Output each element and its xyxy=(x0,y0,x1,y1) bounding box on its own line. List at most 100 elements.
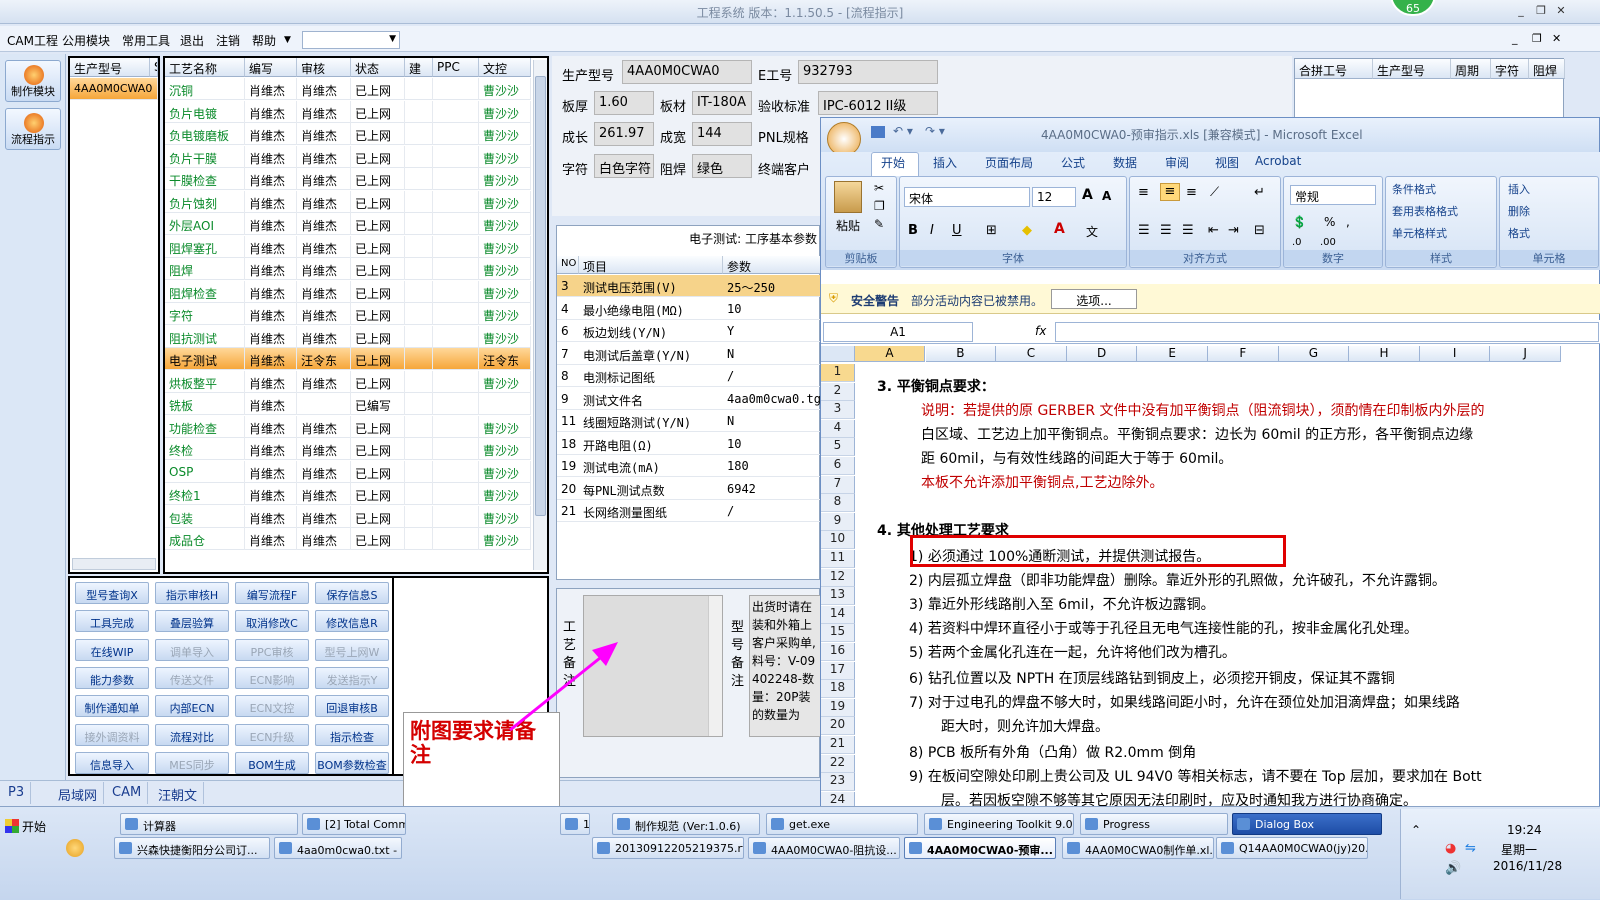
format-cells-button[interactable]: 格式 xyxy=(1508,225,1530,241)
table-row[interactable]: 11 线圈短路测试(Y/N) N xyxy=(557,410,821,432)
menu-cam[interactable]: CAM工程 xyxy=(7,32,58,49)
menu-logout[interactable]: 注销 xyxy=(216,32,240,49)
column-header[interactable]: H xyxy=(1349,346,1420,362)
increase-decimal-icon[interactable]: .0 xyxy=(1292,237,1302,248)
table-row[interactable]: 阻抗测试 肖维杰 肖维杰 已上网 曹沙沙 xyxy=(165,325,531,348)
table-row[interactable]: 功能检查 肖维杰 肖维杰 已上网 曹沙沙 xyxy=(165,415,531,438)
mdi-restore-icon[interactable]: ❐ xyxy=(1532,32,1542,45)
taskbar-button[interactable]: 4AA0M0CWA0制作单.xl... xyxy=(1062,837,1214,859)
font-color-icon[interactable]: A xyxy=(1054,221,1065,237)
table-row[interactable]: 9 测试文件名 4aa0m0cwa0.tgz xyxy=(557,388,821,410)
currency-icon[interactable]: 💲 xyxy=(1292,215,1307,229)
formula-input[interactable] xyxy=(1055,322,1599,342)
tray-network-icon[interactable]: ⇋ xyxy=(1465,841,1476,856)
build-header[interactable]: 建 xyxy=(405,58,433,77)
dropdown-arrow-icon[interactable]: ▼ xyxy=(284,35,291,45)
etest-header[interactable]: 项目 xyxy=(579,256,723,274)
row-header[interactable]: 2 xyxy=(821,382,855,401)
taskbar-button[interactable]: 20130912205219375.rtf... xyxy=(592,837,744,859)
table-row[interactable]: 18 开路电阻(Ω) 10 xyxy=(557,433,821,455)
clock-time[interactable]: 19:24 xyxy=(1507,823,1542,837)
action-button[interactable]: 指示检查 xyxy=(315,723,389,746)
etest-header[interactable]: NO xyxy=(557,256,579,274)
column-header[interactable]: C xyxy=(996,346,1067,362)
s-header[interactable]: S xyxy=(150,58,158,77)
writer-header[interactable]: 编写 xyxy=(245,58,297,77)
cut-icon[interactable]: ✂ xyxy=(874,181,884,195)
office-button-icon[interactable] xyxy=(827,122,861,156)
action-button[interactable]: 型号查询X xyxy=(75,582,149,604)
phonetic-icon[interactable]: 文 xyxy=(1086,223,1098,240)
table-row[interactable]: 负电镀磨板 肖维杰 肖维杰 已上网 曹沙沙 xyxy=(165,123,531,145)
row-header[interactable]: 1 xyxy=(821,364,855,382)
conditional-format-button[interactable]: 条件格式 xyxy=(1392,181,1436,197)
fx-icon[interactable]: fx xyxy=(1035,324,1046,338)
column-header[interactable]: E xyxy=(1137,346,1208,362)
insert-cells-button[interactable]: 插入 xyxy=(1508,181,1530,197)
reviewer-header[interactable]: 审核 xyxy=(297,58,351,77)
taskbar-button[interactable]: Dialog Box xyxy=(1232,813,1382,835)
ribbon-tab[interactable]: 数据 xyxy=(1113,154,1137,171)
format-painter-icon[interactable]: ✎ xyxy=(874,217,884,231)
action-button[interactable]: 能力参数 xyxy=(75,666,149,689)
row-header[interactable]: 7 xyxy=(821,475,855,494)
table-row[interactable]: 阻焊塞孔 肖维杰 肖维杰 已上网 曹沙沙 xyxy=(165,235,531,258)
model-note-text[interactable]: 出货时请在装和外箱上客户采购单,料号：V-09402248-数量：20P装的数量… xyxy=(749,595,821,737)
row-header[interactable]: 15 xyxy=(821,624,855,643)
align-right-icon[interactable]: ☰ xyxy=(1182,223,1194,238)
action-button[interactable]: 回退审核B xyxy=(315,695,389,718)
mat-field[interactable]: IT-180A xyxy=(692,91,752,115)
italic-icon[interactable]: I xyxy=(930,223,934,238)
row-header[interactable]: 19 xyxy=(821,698,855,717)
merge-header[interactable]: 生产型号 xyxy=(1373,59,1451,79)
action-button[interactable]: 接外调资料 xyxy=(75,723,149,746)
delete-cells-button[interactable]: 删除 xyxy=(1508,203,1530,219)
start-button[interactable]: 开始 xyxy=(2,813,50,839)
table-row[interactable]: 铣板 肖维杰 已编写 xyxy=(165,393,531,415)
comma-icon[interactable]: , xyxy=(1346,215,1350,229)
merge-icon[interactable]: ⊟ xyxy=(1254,223,1265,238)
doc-control-header[interactable]: 文控 xyxy=(479,58,531,77)
len-field[interactable]: 261.97 xyxy=(594,122,654,146)
row-header[interactable]: 11 xyxy=(821,550,855,568)
action-button[interactable]: 取消修改C xyxy=(235,610,309,633)
align-center-icon[interactable]: ☰ xyxy=(1160,223,1172,238)
table-row[interactable]: 负片电镀 肖维杰 肖维杰 已上网 曹沙沙 xyxy=(165,100,531,123)
tab-cam[interactable]: CAM xyxy=(106,782,149,804)
process-name-header[interactable]: 工艺名称 xyxy=(165,58,245,77)
taskbar-button[interactable]: 1.1... xyxy=(560,813,590,835)
orientation-icon[interactable]: ⟋ xyxy=(1210,185,1219,200)
ribbon-tab[interactable]: 审阅 xyxy=(1165,154,1189,171)
thick-field[interactable]: 1.60 xyxy=(594,91,654,115)
quicklaunch-icon[interactable] xyxy=(66,839,84,857)
restore-icon[interactable]: ❐ xyxy=(1532,4,1550,18)
save-icon[interactable] xyxy=(871,126,885,138)
row-header[interactable]: 4 xyxy=(821,419,855,438)
row-header[interactable]: 22 xyxy=(821,754,855,773)
row-header[interactable]: 21 xyxy=(821,736,855,754)
table-row[interactable]: 4 最小绝缘电阻(MΩ) 10 xyxy=(557,298,821,320)
menu-exit[interactable]: 退出 xyxy=(180,32,204,49)
taskbar-button[interactable]: 4aa0m0cwa0.txt - 记事本 xyxy=(274,837,402,859)
table-row[interactable]: 3 测试电压范围(V) 25～250 xyxy=(557,275,821,297)
merge-header[interactable]: 合拼工号 xyxy=(1295,59,1373,79)
model-header[interactable]: 生产型号 xyxy=(70,58,150,77)
cell-style-button[interactable]: 单元格样式 xyxy=(1392,225,1447,241)
char-field[interactable]: 白色字符 xyxy=(594,154,654,178)
action-button[interactable]: 型号上网W xyxy=(315,638,389,661)
action-button[interactable]: PPC审核 xyxy=(235,638,309,661)
action-button[interactable]: 制作通知单 xyxy=(75,695,149,718)
action-button[interactable]: 在线WIP xyxy=(75,638,149,661)
action-button[interactable]: BOM参数检查 xyxy=(315,751,389,774)
menu-tools[interactable]: 常用工具 xyxy=(122,32,170,49)
taskbar-button[interactable]: 制作规范 (Ver:1.0.6) xyxy=(612,813,760,835)
chevron-down-icon[interactable]: ▼ xyxy=(389,34,396,44)
table-row[interactable]: 干膜检查 肖维杰 肖维杰 已上网 曹沙沙 xyxy=(165,168,531,190)
table-row[interactable]: 外层AOI 肖维杰 肖维杰 已上网 曹沙沙 xyxy=(165,213,531,235)
make-module-button[interactable]: 制作模块 xyxy=(5,60,61,102)
action-button[interactable]: 保存信息S xyxy=(315,582,389,604)
action-button[interactable]: ECN影响 xyxy=(235,666,309,689)
minimize-icon[interactable]: _ xyxy=(1512,4,1530,18)
e-no-field[interactable]: 932793 xyxy=(798,60,938,84)
table-row[interactable]: OSP 肖维杰 肖维杰 已上网 曹沙沙 xyxy=(165,460,531,483)
